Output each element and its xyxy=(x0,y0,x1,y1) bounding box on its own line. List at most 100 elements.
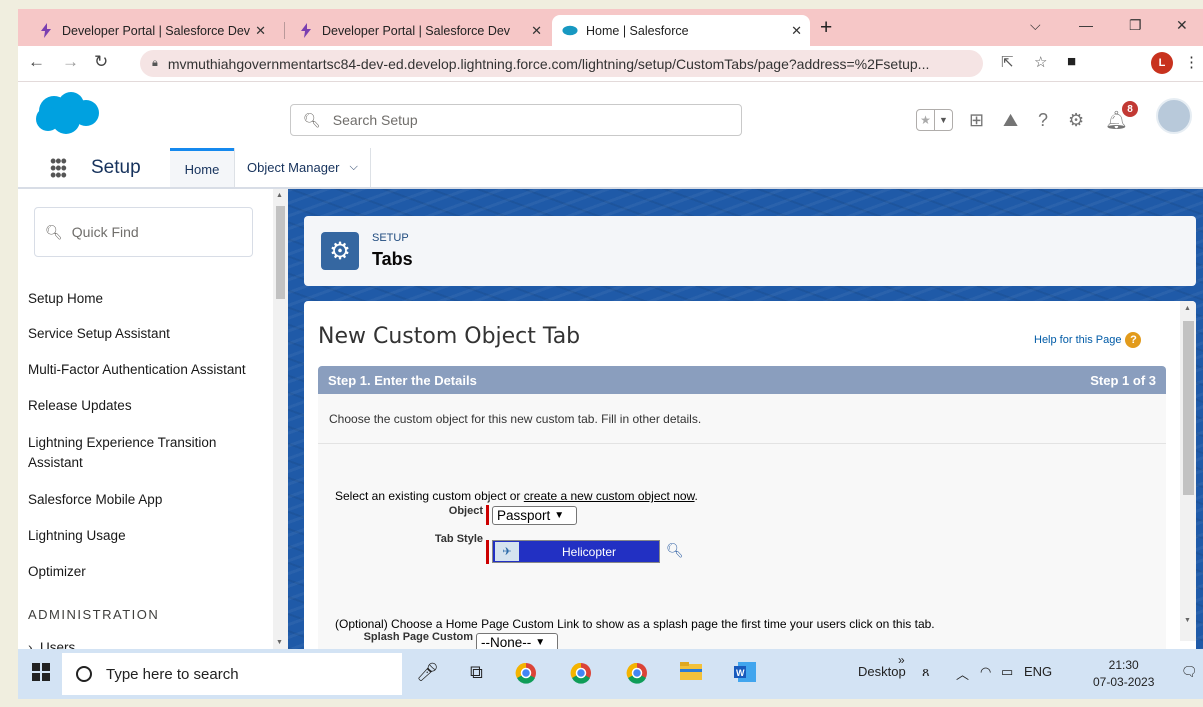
forward-icon[interactable]: → xyxy=(62,52,79,72)
star-icon: ★ xyxy=(920,113,931,127)
app-launcher-icon[interactable]: ••• ••• ••• xyxy=(50,152,67,184)
sidebar-item-optimizer[interactable]: Optimizer xyxy=(28,562,278,582)
tab-separator xyxy=(284,22,285,39)
lookup-icon[interactable]: 🔍︎ xyxy=(666,542,684,559)
splash-page-select[interactable]: --None-- ▼ xyxy=(476,633,558,649)
tab-title: Home | Salesforce xyxy=(586,23,689,38)
new-tab-button[interactable]: + xyxy=(820,16,832,40)
browser-window: Developer Portal | Salesforce Dev ✕ Deve… xyxy=(18,9,1203,699)
quick-find-placeholder: Quick Find xyxy=(71,224,139,240)
tab-title: Developer Portal | Salesforce Dev xyxy=(322,23,511,38)
close-icon[interactable]: ✕ xyxy=(531,23,542,39)
close-icon[interactable]: ✕ xyxy=(791,23,802,39)
sidebar-item-release-updates[interactable]: Release Updates xyxy=(28,396,278,416)
chevron-down-icon: ▼ xyxy=(554,510,565,521)
maximize-icon[interactable]: ❐ xyxy=(1129,17,1142,34)
sidebar-item-lightning-usage[interactable]: Lightning Usage xyxy=(28,526,278,546)
chrome-icon[interactable] xyxy=(515,662,537,689)
microphone-icon[interactable]: 🎤︎ xyxy=(416,662,439,683)
sidebar-item-salesforce-mobile-app[interactable]: Salesforce Mobile App xyxy=(28,490,278,510)
gear-icon[interactable]: ⚙ xyxy=(1068,110,1084,131)
menu-icon[interactable]: ⋮ xyxy=(1184,53,1199,71)
step-description: Choose the custom object for this new cu… xyxy=(318,394,1166,444)
browser-tab-2[interactable]: Developer Portal | Salesforce Dev ✕ xyxy=(288,15,550,46)
sidebar-item-users[interactable]: › Users xyxy=(28,638,278,649)
content-panel: New Custom Object Tab Help for this Page… xyxy=(304,301,1196,649)
page-header-card: ⚙ SETUP Tabs xyxy=(304,216,1196,286)
browser-tab-1[interactable]: Developer Portal | Salesforce Dev ✕ xyxy=(28,15,274,46)
salesforce-header: 🔍︎ Search Setup ★ ▼ ⊞ ⛰ ? ⚙ 🔔︎ 8 xyxy=(18,82,1203,148)
sidebar-scrollbar[interactable]: ▲ ▼ xyxy=(273,189,288,649)
select-object-instructions: Select an existing custom object or crea… xyxy=(335,489,698,503)
back-icon[interactable]: ← xyxy=(28,52,45,72)
tab-search-icon[interactable]: ⌵ xyxy=(1030,17,1041,34)
system-clock[interactable]: 21:30 07-03-2023 xyxy=(1093,657,1154,691)
quick-find-input[interactable]: 🔍︎ Quick Find xyxy=(34,207,253,257)
select-object-text: Select an existing custom object or xyxy=(335,489,521,503)
object-select[interactable]: Passport ▼ xyxy=(492,506,577,525)
file-explorer-icon[interactable] xyxy=(680,662,702,685)
close-icon[interactable]: ✕ xyxy=(255,23,266,39)
window-close-icon[interactable]: ✕ xyxy=(1176,17,1188,34)
profile-avatar[interactable]: L xyxy=(1151,52,1173,74)
chevron-up-icon[interactable]: ︿ xyxy=(956,664,969,683)
reload-icon[interactable]: ↻ xyxy=(94,52,108,72)
chevron-down-icon: ▼ xyxy=(934,110,952,130)
bolt-icon xyxy=(298,23,314,38)
notifications-icon[interactable]: 🗨︎ xyxy=(1181,664,1198,680)
object-label: Object xyxy=(448,505,483,517)
language-indicator[interactable]: ENG xyxy=(1024,664,1052,679)
scrollbar-thumb[interactable] xyxy=(276,206,285,299)
salesforce-icon xyxy=(562,25,578,36)
url-bar[interactable]: 🔒︎ mvmuthiahgovernmentartsc84-dev-ed.dev… xyxy=(140,50,983,77)
tab-object-manager[interactable]: Object Manager ⌵ xyxy=(234,148,371,187)
search-icon: 🔍︎ xyxy=(303,111,321,128)
scrollbar-thumb[interactable] xyxy=(1183,321,1194,495)
global-actions-icon[interactable]: ⊞ xyxy=(969,110,984,131)
scroll-up-icon[interactable]: ▲ xyxy=(276,192,283,199)
scroll-down-icon[interactable]: ▼ xyxy=(1184,617,1191,624)
step-header: Step 1. Enter the Details Step 1 of 3 xyxy=(318,366,1166,394)
tab-style-picker[interactable]: ✈ Helicopter xyxy=(492,540,660,563)
salesforce-logo[interactable] xyxy=(34,91,100,135)
content-scrollbar[interactable]: ▲ ▼ xyxy=(1180,301,1196,641)
favorites-button[interactable]: ★ ▼ xyxy=(916,109,953,131)
trailhead-icon[interactable]: ⛰ xyxy=(1003,110,1018,131)
chrome-icon[interactable] xyxy=(570,662,592,689)
setup-search-input[interactable]: 🔍︎ Search Setup xyxy=(290,104,742,136)
taskbar-search-input[interactable]: Type here to search xyxy=(62,653,402,695)
task-view-icon[interactable]: ⧉ xyxy=(470,662,483,683)
svg-text:W: W xyxy=(736,668,745,678)
step-count: Step 1 of 3 xyxy=(1090,372,1156,388)
required-indicator xyxy=(486,540,489,564)
create-object-link[interactable]: create a new custom object now xyxy=(524,489,695,503)
tab-style-value: Helicopter xyxy=(561,544,617,559)
help-icon[interactable]: ? xyxy=(1038,110,1048,131)
chevron-right-icon[interactable]: » xyxy=(898,653,905,667)
avatar[interactable] xyxy=(1156,98,1192,134)
battery-icon[interactable]: ▭ xyxy=(1001,664,1013,680)
chrome-icon[interactable] xyxy=(626,662,648,689)
sidebar-item-setup-home[interactable]: Setup Home xyxy=(28,289,278,309)
windows-start-icon[interactable] xyxy=(32,663,50,686)
scroll-down-icon[interactable]: ▼ xyxy=(276,639,283,646)
sidebar-item-service-setup-assistant[interactable]: Service Setup Assistant xyxy=(28,324,278,344)
page-title: New Custom Object Tab xyxy=(318,324,581,349)
tab-home-label: Home xyxy=(184,161,220,177)
browser-tab-3[interactable]: Home | Salesforce ✕ xyxy=(552,15,810,46)
sidebar-item-lightning-transition-assistant[interactable]: Lightning Experience Transition Assistan… xyxy=(28,433,248,473)
wifi-icon[interactable]: ◠ xyxy=(980,664,991,680)
share-icon[interactable]: ⇱ xyxy=(1001,53,1014,71)
word-icon[interactable]: W xyxy=(734,662,756,687)
page-header-title: Tabs xyxy=(372,249,413,269)
tab-style-label: Tab Style xyxy=(434,533,483,545)
side-panel-icon[interactable]: ■ xyxy=(1067,53,1076,70)
sidebar-item-mfa-assistant[interactable]: Multi-Factor Authentication Assistant xyxy=(28,360,278,380)
tab-home[interactable]: Home xyxy=(170,148,234,187)
bolt-icon xyxy=(38,23,54,38)
bookmark-star-icon[interactable]: ☆ xyxy=(1034,53,1047,71)
scroll-up-icon[interactable]: ▲ xyxy=(1184,305,1191,312)
people-icon[interactable]: ጸ xyxy=(922,664,930,680)
help-for-page-link[interactable]: Help for this Page ? xyxy=(1034,332,1142,348)
minimize-icon[interactable]: — xyxy=(1079,17,1093,33)
